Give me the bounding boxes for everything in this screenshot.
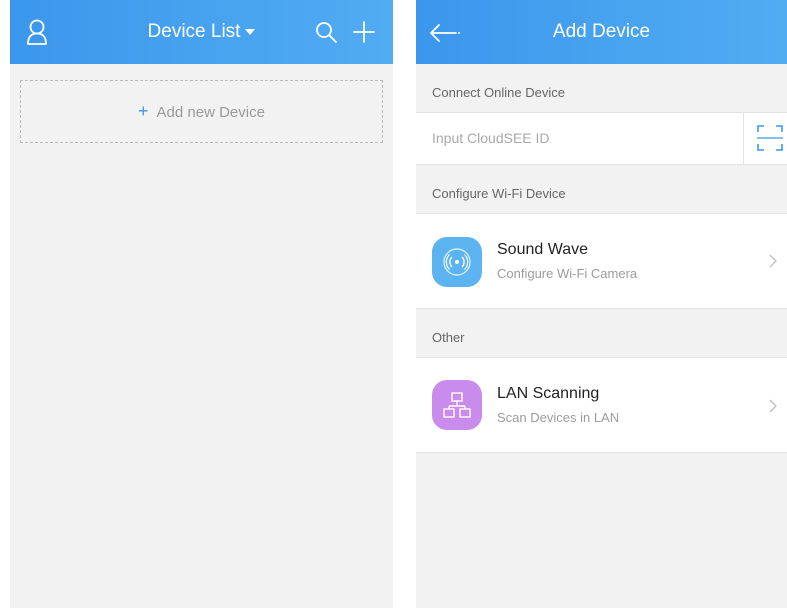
plus-icon: +: [138, 101, 149, 121]
add-device-screen: Add Device Connect Online Device Configu…: [416, 0, 787, 608]
page-title: Device List: [147, 21, 241, 42]
chevron-right-icon: [769, 399, 777, 418]
section-header-online: Connect Online Device: [432, 85, 565, 100]
item-subtitle: Configure Wi-Fi Camera: [497, 266, 638, 281]
add-new-device-button[interactable]: + Add new Device: [20, 80, 383, 143]
network-icon: [432, 380, 482, 430]
item-title: LAN Scanning: [497, 385, 600, 402]
add-new-device-label: Add new Device: [156, 104, 265, 121]
scan-frame-icon[interactable]: [757, 125, 783, 156]
item-subtitle: Scan Devices in LAN: [497, 410, 620, 425]
add-device-nav-bar: Add Device: [416, 0, 787, 64]
plus-icon[interactable]: [353, 21, 375, 43]
divider: [743, 113, 744, 164]
sound-wave-item[interactable]: Sound Wave Configure Wi-Fi Camera: [416, 213, 787, 309]
chevron-right-icon: [769, 254, 777, 273]
lan-scanning-item[interactable]: LAN Scanning Scan Devices in LAN: [416, 357, 787, 453]
section-header-wifi: Configure Wi-Fi Device: [432, 186, 566, 201]
page-title: Add Device: [552, 21, 651, 42]
cloudsee-id-row: [416, 112, 787, 165]
sound-wave-icon: [432, 237, 482, 287]
section-header-other: Other: [432, 330, 465, 345]
caret-down-icon: [245, 0, 256, 62]
item-title: Sound Wave: [497, 241, 589, 258]
cloudsee-id-input[interactable]: [432, 113, 732, 163]
search-icon[interactable]: [315, 21, 337, 43]
device-list-nav-bar: Device List: [10, 0, 393, 64]
device-list-screen: Device List + Add new Device: [10, 0, 393, 608]
